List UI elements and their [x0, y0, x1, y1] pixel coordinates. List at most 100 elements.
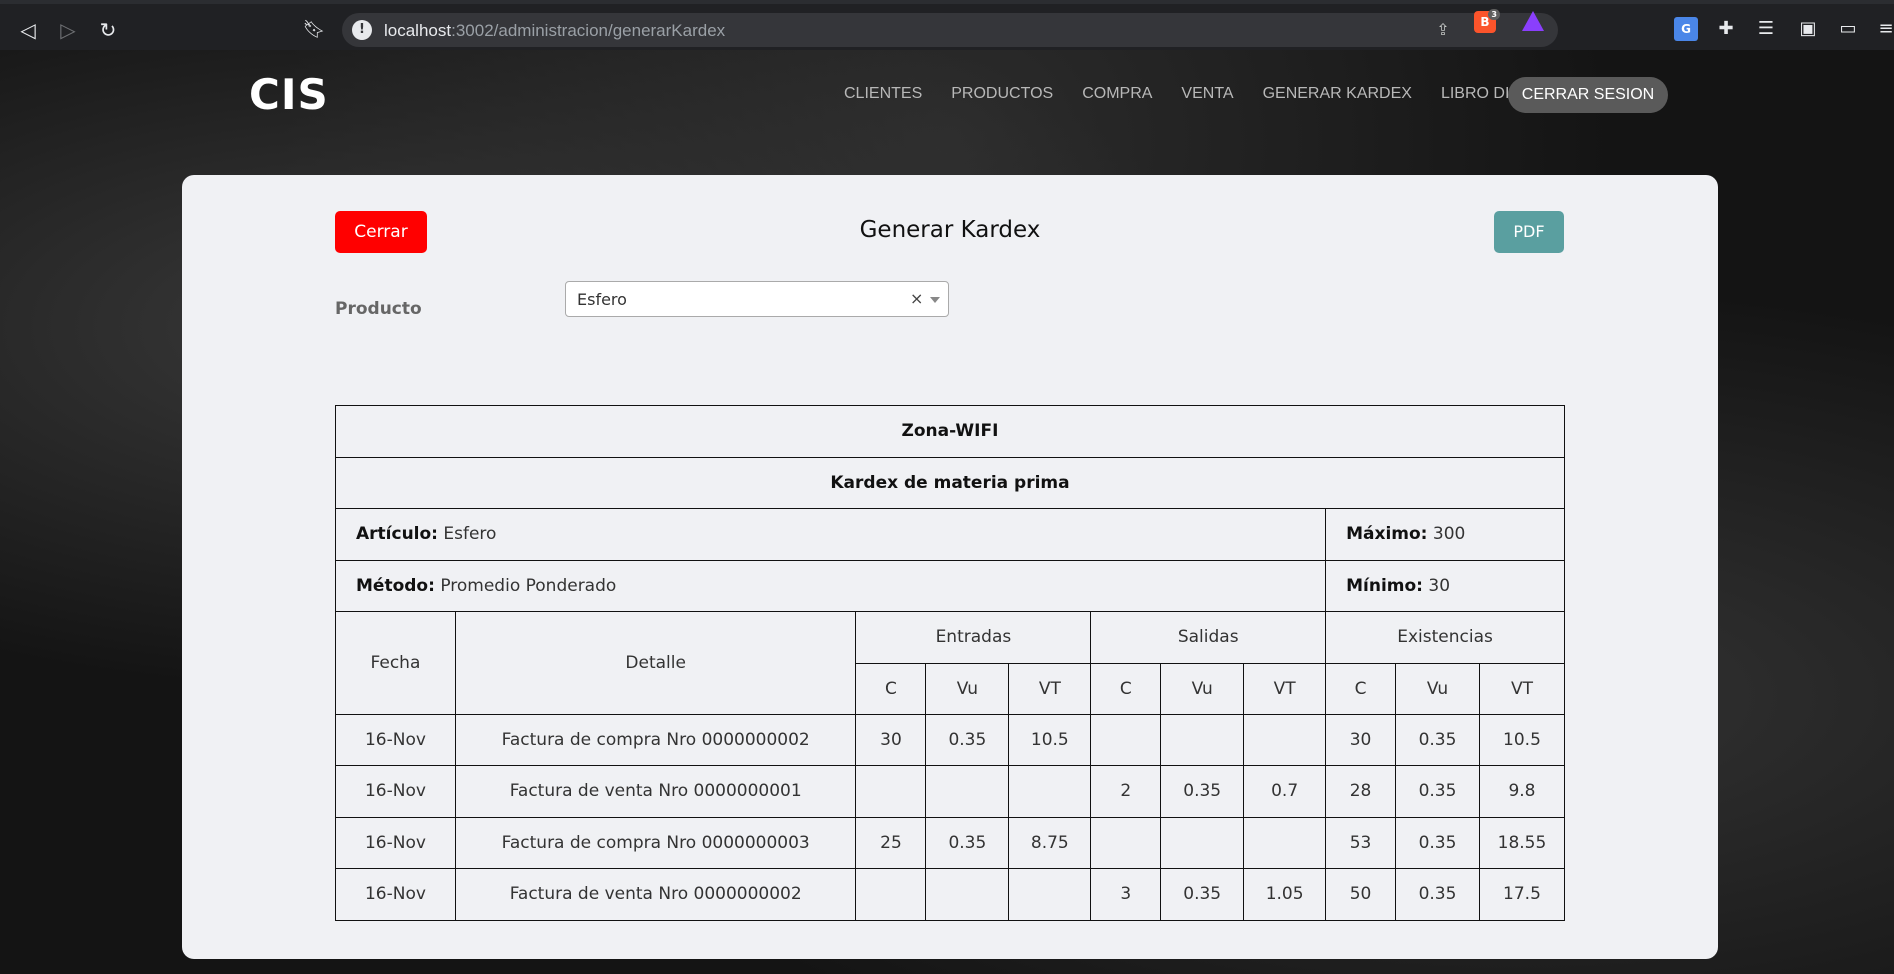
share-icon[interactable]: ⇪	[1432, 19, 1454, 41]
cell-salidas-vt: 0.7	[1243, 765, 1327, 818]
reload-icon[interactable]: ↻	[94, 16, 122, 44]
bookmark-icon[interactable]: 🔖︎	[300, 16, 328, 44]
company-name: Zona-WIFI	[335, 405, 1565, 458]
cell-entradas-c	[855, 765, 927, 818]
cell-entradas-c: 25	[855, 816, 927, 869]
site-info-icon[interactable]: !	[352, 20, 372, 40]
product-select-value: Esfero	[577, 290, 627, 309]
nav-compra[interactable]: COMPRA	[1082, 85, 1152, 103]
max-cell: Máximo: 300	[1325, 508, 1565, 561]
cell-existencias-vt: 9.8	[1478, 765, 1566, 818]
sidebar-icon[interactable]: ▣	[1796, 17, 1820, 41]
wallet-icon[interactable]: ▭	[1836, 17, 1860, 41]
header-salidas-vu: Vu	[1160, 662, 1245, 715]
header-entradas-vu: Vu	[925, 662, 1010, 715]
cell-existencias-c: 30	[1325, 713, 1397, 766]
cell-existencias-vt: 10.5	[1478, 713, 1566, 766]
header-existencias-vt: VT	[1478, 662, 1566, 715]
cell-entradas-c	[855, 868, 927, 921]
pdf-button[interactable]: PDF	[1494, 211, 1564, 253]
cell-existencias-vu: 0.35	[1395, 713, 1480, 766]
article-cell: Artículo: Esfero	[334, 508, 1327, 561]
cell-entradas-vu: 0.35	[925, 713, 1010, 766]
chevron-down-icon[interactable]	[930, 297, 940, 303]
table-row: 16-Nov Factura de compra Nro 0000000003 …	[335, 816, 1566, 869]
cell-fecha: 16-Nov	[335, 816, 456, 869]
cell-salidas-c	[1090, 713, 1162, 766]
cell-existencias-vt: 17.5	[1478, 868, 1566, 921]
cell-fecha: 16-Nov	[335, 713, 456, 766]
kardex-card: Cerrar Generar Kardex PDF Producto Esfer…	[182, 175, 1718, 959]
method-cell: Método: Promedio Ponderado	[334, 559, 1327, 612]
kardex-subtitle: Kardex de materia prima	[335, 456, 1565, 509]
header-entradas-vt: VT	[1008, 662, 1092, 715]
nav-generar-kardex[interactable]: GENERAR KARDEX	[1263, 85, 1412, 103]
address-bar[interactable]: ! localhost:3002/administracion/generarK…	[342, 13, 1558, 47]
cell-salidas-vu: 0.35	[1160, 765, 1245, 818]
nav-clientes[interactable]: CLIENTES	[844, 85, 922, 103]
nav-productos[interactable]: PRODUCTOS	[951, 85, 1053, 103]
table-row: 16-Nov Factura de compra Nro 0000000002 …	[335, 713, 1566, 766]
cell-existencias-c: 50	[1325, 868, 1397, 921]
back-icon[interactable]: ◁	[14, 16, 42, 44]
cell-entradas-vt	[1008, 868, 1092, 921]
cell-detalle: Factura de venta Nro 0000000002	[454, 868, 857, 921]
clear-icon[interactable]: ×	[910, 289, 923, 308]
header-fecha: Fecha	[335, 611, 456, 715]
cell-salidas-vt	[1243, 713, 1327, 766]
table-row: 16-Nov Factura de venta Nro 0000000001 2…	[335, 765, 1566, 818]
cell-entradas-c: 30	[855, 713, 927, 766]
cell-detalle: Factura de compra Nro 0000000002	[454, 713, 857, 766]
reading-list-icon[interactable]: ☰	[1754, 17, 1778, 41]
header-detalle: Detalle	[454, 611, 857, 715]
cell-fecha: 16-Nov	[335, 765, 456, 818]
header-entradas-c: C	[855, 662, 927, 715]
cell-detalle: Factura de venta Nro 0000000001	[454, 765, 857, 818]
cell-salidas-c	[1090, 816, 1162, 869]
brand-logo[interactable]: CIS	[249, 70, 329, 119]
cell-existencias-c: 28	[1325, 765, 1397, 818]
header-entradas: Entradas	[855, 611, 1092, 664]
translate-extension-icon[interactable]: G	[1674, 17, 1698, 41]
table-row: 16-Nov Factura de venta Nro 0000000002 3…	[335, 868, 1566, 921]
cell-salidas-vu: 0.35	[1160, 868, 1245, 921]
cell-detalle: Factura de compra Nro 0000000003	[454, 816, 857, 869]
brave-rewards-icon[interactable]	[1522, 11, 1544, 31]
main-nav: CLIENTES PRODUCTOS COMPRA VENTA GENERAR …	[844, 85, 1578, 103]
cell-existencias-vu: 0.35	[1395, 868, 1480, 921]
cell-salidas-c: 3	[1090, 868, 1162, 921]
logout-button[interactable]: CERRAR SESION	[1508, 77, 1668, 113]
cell-existencias-vu: 0.35	[1395, 816, 1480, 869]
cell-entradas-vt: 8.75	[1008, 816, 1092, 869]
browser-toolbar: ◁ ▷ ↻ 🔖︎ ! localhost:3002/administracion…	[0, 0, 1894, 50]
cell-salidas-vt: 1.05	[1243, 868, 1327, 921]
header-salidas-c: C	[1090, 662, 1162, 715]
cell-salidas-vt	[1243, 816, 1327, 869]
kardex-table: Zona-WIFI Kardex de materia prima Artícu…	[334, 405, 1566, 921]
min-cell: Mínimo: 30	[1325, 559, 1565, 612]
page-title: Generar Kardex	[859, 217, 1041, 243]
cell-existencias-vt: 18.55	[1478, 816, 1566, 869]
cell-existencias-c: 53	[1325, 816, 1397, 869]
cell-entradas-vu	[925, 868, 1010, 921]
header-salidas-vt: VT	[1243, 662, 1327, 715]
cell-salidas-vu	[1160, 713, 1245, 766]
url-text[interactable]: localhost:3002/administracion/generarKar…	[384, 21, 725, 41]
cell-salidas-c: 2	[1090, 765, 1162, 818]
header-existencias: Existencias	[1325, 611, 1565, 664]
forward-icon[interactable]: ▷	[54, 16, 82, 44]
product-select[interactable]: Esfero ×	[565, 281, 949, 317]
cell-entradas-vt: 10.5	[1008, 713, 1092, 766]
cell-entradas-vu	[925, 765, 1010, 818]
cell-entradas-vt	[1008, 765, 1092, 818]
header-existencias-vu: Vu	[1395, 662, 1480, 715]
brave-shields-icon[interactable]: B3	[1474, 9, 1500, 33]
cell-existencias-vu: 0.35	[1395, 765, 1480, 818]
cell-salidas-vu	[1160, 816, 1245, 869]
nav-venta[interactable]: VENTA	[1181, 85, 1233, 103]
menu-icon[interactable]: ≡	[1874, 17, 1894, 41]
extensions-puzzle-icon[interactable]: ✚	[1714, 17, 1738, 41]
cell-entradas-vu: 0.35	[925, 816, 1010, 869]
header-salidas: Salidas	[1090, 611, 1327, 664]
header-existencias-c: C	[1325, 662, 1397, 715]
